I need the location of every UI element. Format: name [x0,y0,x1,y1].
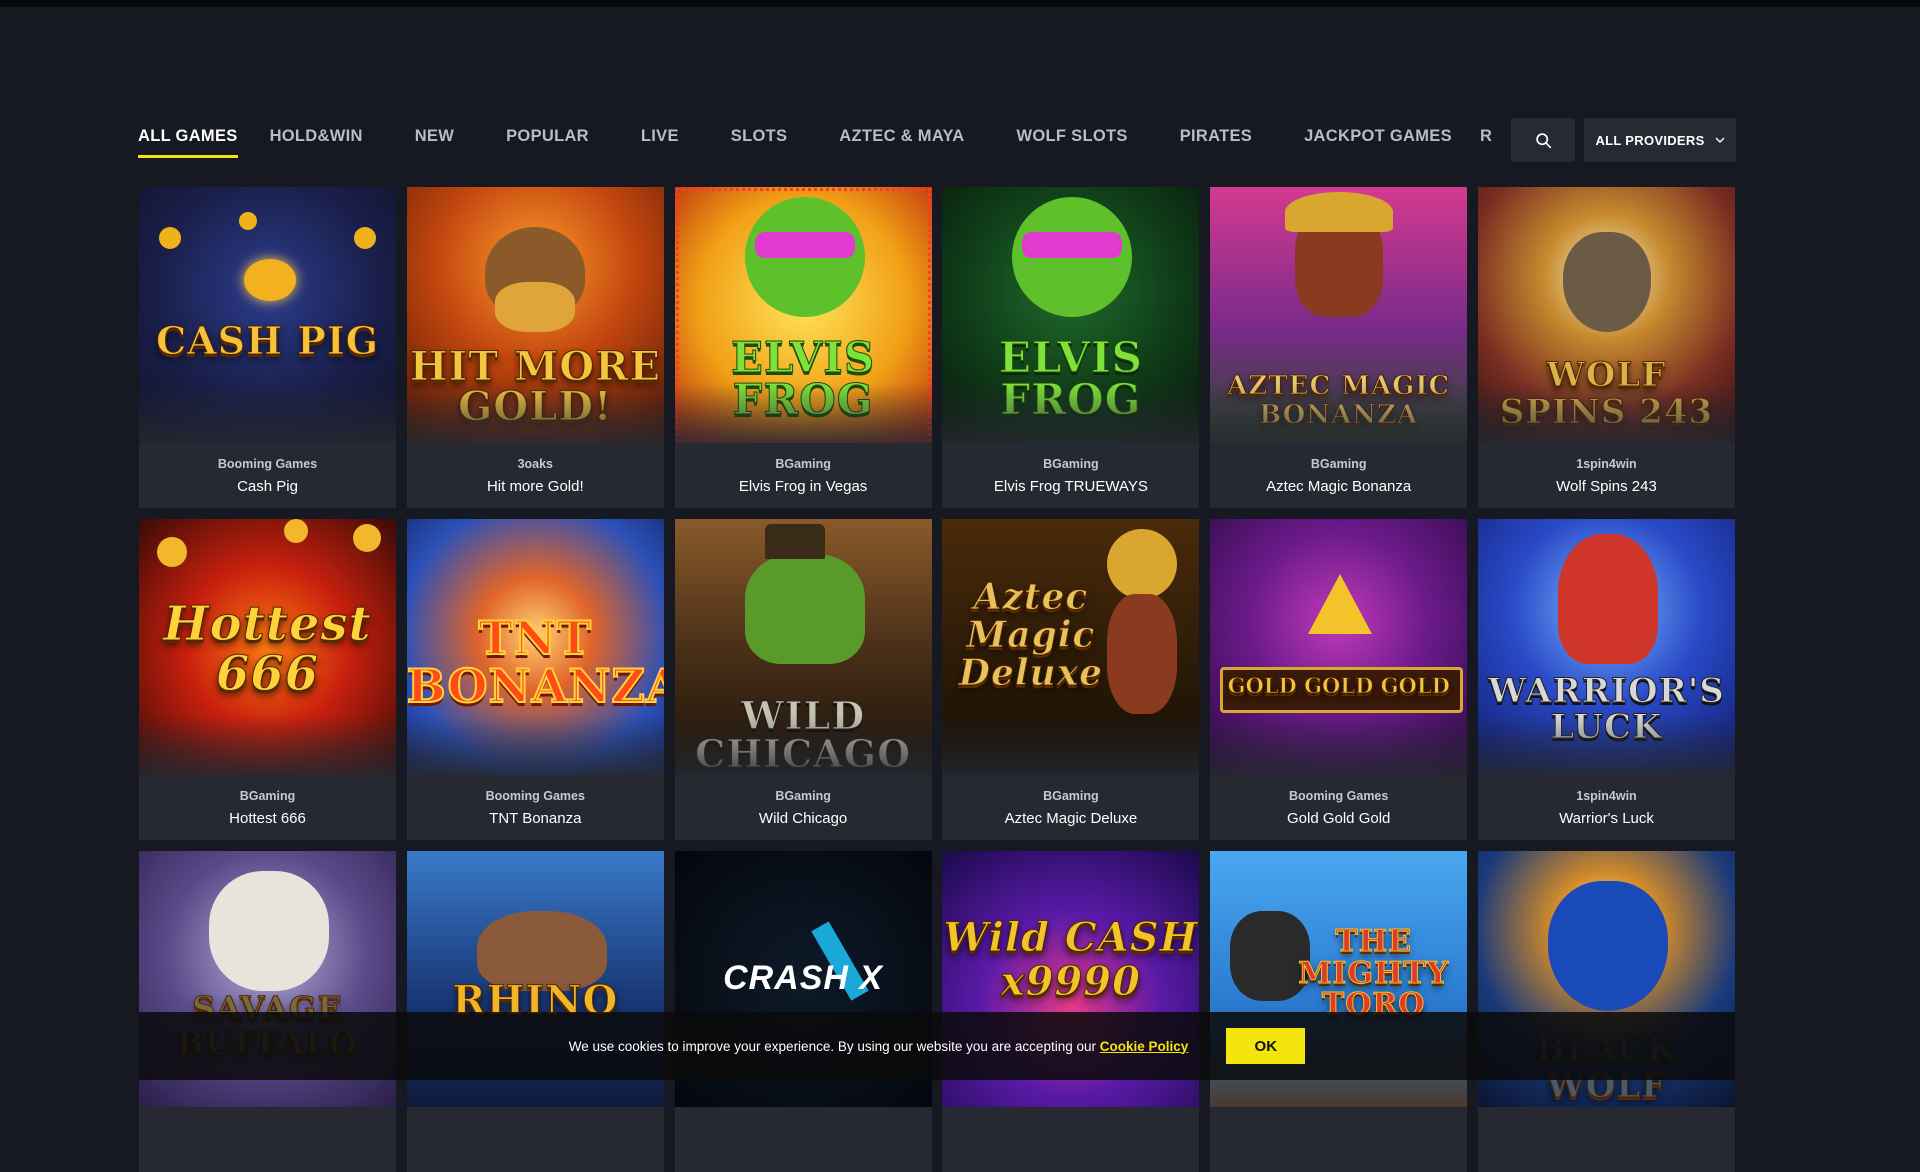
game-title: Wolf Spins 243 [1556,478,1657,495]
game-thumbnail: CASH PIG [139,187,396,443]
chevron-down-icon [1715,137,1725,143]
cookie-ok-button[interactable]: OK [1226,1028,1306,1064]
tab-aztec-maya[interactable]: AZTEC & MAYA [839,118,964,158]
game-provider: BGaming [775,789,831,803]
game-title: Elvis Frog TRUEWAYS [993,478,1148,495]
game-provider: BGaming [775,457,831,471]
search-button[interactable] [1511,118,1575,162]
game-title: Wild Chicago [758,810,848,827]
game-thumbnail: Aztec Magic Deluxe [942,519,1200,775]
game-thumbnail: TNT BONANZA [406,519,664,775]
game-provider: 1spin4win [1576,789,1637,803]
cookie-message: We use cookies to improve your experienc… [569,1039,1189,1054]
game-thumbnail: WOLF SPINS 243 [1477,187,1735,443]
category-tabs: ALL GAMES HOLD&WIN NEW POPULAR LIVE SLOT… [138,118,1452,158]
game-title: Gold Gold Gold [1286,810,1391,827]
game-provider: BGaming [1310,457,1367,471]
game-thumbnail: WARRIOR'S LUCK [1477,519,1735,775]
game-logo: CRASH X [723,959,884,997]
tab-new[interactable]: NEW [415,118,454,158]
cookie-text: We use cookies to improve your experienc… [568,1038,1096,1054]
tab-slots[interactable]: SLOTS [731,118,788,158]
game-provider: Booming Games [1289,789,1389,803]
search-icon [1535,132,1551,148]
game-title: Cash Pig [237,478,298,495]
game-title: Aztec Magic Bonanza [1266,478,1412,495]
game-card[interactable]: WILD CHICAGO BGaming Wild Chicago [674,519,932,840]
game-thumbnail: HIT MORE GOLD! [406,187,664,443]
cookie-policy-link[interactable]: Cookie Policy [1100,1039,1189,1054]
game-logo: Hottest 666 [163,596,372,703]
game-thumbnail: WILD CHICAGO [674,519,932,775]
game-logo: GOLD GOLD GOLD [1227,673,1450,698]
tab-popular[interactable]: POPULAR [506,118,589,158]
tab-hold-win[interactable]: HOLD&WIN [270,118,363,158]
game-card[interactable]: AZTEC MAGIC BONANZA BGaming Aztec Magic … [1210,187,1468,508]
top-bar [0,0,1920,7]
tab-overflow[interactable]: R [1480,118,1510,158]
game-thumbnail: ELVIS FROG [674,187,932,443]
game-card[interactable]: TNT BONANZA Booming Games TNT Bonanza [406,519,664,840]
game-card[interactable]: WARRIOR'S LUCK 1spin4win Warrior's Luck [1477,519,1735,840]
game-card[interactable]: Hottest 666 BGaming Hottest 666 [139,519,396,840]
game-logo: Wild CASH x9990 [943,914,1199,1005]
game-thumbnail: ELVIS FROG [942,187,1200,443]
game-provider: Booming Games [485,789,585,803]
game-thumbnail: Hottest 666 [139,519,396,775]
game-provider: Booming Games [217,457,318,471]
game-title: TNT Bonanza [489,810,582,827]
tab-jackpot-games[interactable]: JACKPOT GAMES [1304,118,1452,158]
game-title: Elvis Frog in Vegas [738,478,868,495]
game-provider: BGaming [239,789,296,803]
tab-all-games[interactable]: ALL GAMES [138,118,238,158]
providers-label: ALL PROVIDERS [1595,132,1705,148]
game-thumbnail: AZTEC MAGIC BONANZA [1210,187,1468,443]
game-card[interactable]: ELVIS FROG BGaming Elvis Frog in Vegas [674,187,932,508]
game-title: Hottest 666 [229,810,306,827]
game-logo: TNT BONANZA [406,611,664,714]
game-thumbnail: GOLD GOLD GOLD [1210,519,1468,775]
game-card[interactable]: HIT MORE GOLD! 3oaks Hit more Gold! [406,187,664,508]
game-title: Warrior's Luck [1559,810,1654,827]
game-card[interactable]: GOLD GOLD GOLD Booming Games Gold Gold G… [1210,519,1468,840]
game-card[interactable]: WOLF SPINS 243 1spin4win Wolf Spins 243 [1477,187,1735,508]
game-logo: THE MIGHTY TORO [1298,924,1450,1022]
tab-wolf-slots[interactable]: WOLF SLOTS [1017,118,1128,158]
game-provider: BGaming [1043,789,1099,803]
cookie-banner: We use cookies to improve your experienc… [139,1012,1735,1080]
game-card[interactable]: CASH PIG Booming Games Cash Pig [139,187,396,508]
tab-pirates[interactable]: PIRATES [1180,118,1252,158]
game-provider: 3oaks [517,457,554,471]
game-provider: 1spin4win [1576,457,1637,471]
game-card[interactable]: ELVIS FROG BGaming Elvis Frog TRUEWAYS [942,187,1200,508]
game-logo: Aztec Magic Deluxe [958,576,1104,694]
tab-live[interactable]: LIVE [641,118,679,158]
game-title: Aztec Magic Deluxe [1004,810,1138,827]
game-provider: BGaming [1043,457,1099,471]
providers-dropdown[interactable]: ALL PROVIDERS [1584,118,1736,162]
game-title: Hit more Gold! [486,478,584,495]
game-card[interactable]: Aztec Magic Deluxe BGaming Aztec Magic D… [942,519,1200,840]
game-logo: CASH PIG [155,318,380,363]
